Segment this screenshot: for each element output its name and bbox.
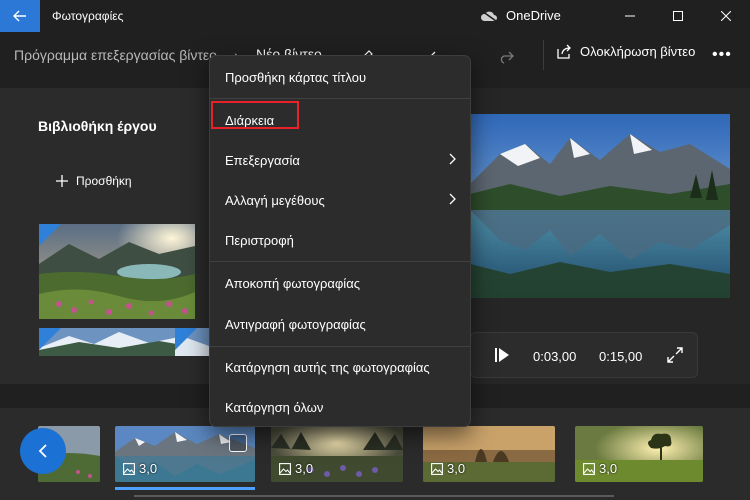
menu-item-cut-photo[interactable]: Αποκοπή φωτογραφίας — [210, 263, 470, 303]
clip-select-checkbox[interactable] — [229, 434, 247, 452]
minimize-icon — [625, 15, 635, 17]
menu-item-remove-photo[interactable]: Κατάργηση αυτής της φωτογραφίας — [210, 347, 470, 387]
library-title: Βιβλιοθήκη έργου — [38, 118, 157, 134]
used-in-project-marker — [175, 328, 197, 350]
menu-item-label: Περιστροφή — [225, 233, 294, 248]
current-time: 0:03,00 — [533, 349, 577, 364]
onedrive-label: OneDrive — [506, 8, 561, 23]
plus-icon — [56, 175, 68, 187]
storyboard-clip-4[interactable]: 3,0 — [575, 426, 703, 482]
selected-clip-indicator — [115, 487, 255, 490]
menu-item-label: Προσθήκη κάρτας τίτλου — [225, 70, 367, 85]
preview-image[interactable] — [470, 114, 730, 298]
maximize-icon — [673, 11, 683, 21]
add-button[interactable]: Προσθήκη — [56, 174, 132, 188]
image-icon — [123, 462, 135, 475]
mountain-lake-photo — [470, 114, 730, 298]
meadow-photo — [39, 224, 195, 319]
clip-duration-value: 3,0 — [599, 461, 618, 476]
back-button[interactable] — [0, 0, 40, 32]
used-in-project-marker — [39, 328, 61, 350]
menu-item-label: Κατάργηση όλων — [225, 400, 324, 415]
library-photo-meadow[interactable] — [39, 224, 195, 319]
storyboard-scroll-left-button[interactable] — [20, 428, 66, 474]
arrow-left-icon — [13, 10, 26, 22]
cloud-off-icon — [480, 9, 497, 22]
add-label: Προσθήκη — [76, 174, 132, 188]
menu-item-edit[interactable]: Επεξεργασία — [210, 140, 470, 180]
maximize-button[interactable] — [654, 0, 702, 32]
menu-item-rotate[interactable]: Περιστροφή — [210, 220, 470, 260]
menu-item-label: Επεξεργασία — [225, 153, 300, 168]
clip-duration: 3,0 — [123, 461, 157, 476]
chevron-right-icon — [449, 193, 456, 205]
fullscreen-button[interactable] — [667, 347, 683, 368]
clip-duration: 3,0 — [279, 461, 313, 476]
playback-controls: 0:03,00 0:15,00 — [470, 332, 698, 378]
close-icon — [721, 11, 731, 21]
close-button[interactable] — [702, 0, 750, 32]
clip-duration-value: 3,0 — [139, 461, 158, 476]
more-options-button[interactable]: ••• — [712, 46, 732, 64]
chevron-left-icon — [38, 444, 47, 458]
minimize-button[interactable] — [606, 0, 654, 32]
title-bar: Φωτογραφίες OneDrive — [0, 0, 750, 32]
menu-item-label: Κατάργηση αυτής της φωτογραφίας — [225, 360, 430, 375]
clip-duration-value: 3,0 — [447, 461, 466, 476]
menu-separator — [210, 98, 470, 99]
duration-highlight-box — [211, 101, 299, 129]
finish-video-label: Ολοκλήρωση βίντεο — [580, 44, 696, 59]
menu-item-remove-all[interactable]: Κατάργηση όλων — [210, 387, 470, 427]
menu-item-add-title-card[interactable]: Προσθήκη κάρτας τίτλου — [210, 57, 470, 97]
storyboard-clip-3[interactable]: 3,0 — [423, 426, 555, 482]
menu-item-resize[interactable]: Αλλαγή μεγέθους — [210, 180, 470, 220]
used-in-project-marker — [39, 224, 61, 246]
image-icon — [431, 462, 443, 475]
clip-duration: 3,0 — [431, 461, 465, 476]
menu-item-label: Αλλαγή μεγέθους — [225, 193, 325, 208]
expand-icon — [667, 347, 683, 363]
menu-item-label: Αποκοπή φωτογραφίας — [225, 276, 360, 291]
app-title: Φωτογραφίες — [52, 9, 124, 23]
library-photo-partial[interactable] — [175, 328, 209, 356]
play-button[interactable] — [495, 347, 509, 368]
library-photo-lake[interactable] — [39, 328, 195, 356]
clip-duration-value: 3,0 — [295, 461, 314, 476]
storyboard-clip-1[interactable]: 3,0 — [115, 426, 255, 482]
image-icon — [583, 462, 595, 475]
storyboard-clip-2[interactable]: 3,0 — [271, 426, 403, 482]
menu-item-label: Αντιγραφή φωτογραφίας — [225, 317, 366, 332]
redo-icon — [500, 51, 514, 64]
image-icon — [279, 462, 291, 475]
finish-video-button[interactable]: Ολοκλήρωση βίντεο — [556, 44, 695, 59]
storyboard-scrollbar[interactable] — [134, 495, 614, 497]
chevron-right-icon — [449, 153, 456, 165]
breadcrumb-parent[interactable]: Πρόγραμμα επεξεργασίας βίντεο — [14, 47, 217, 63]
total-time: 0:15,00 — [599, 349, 643, 364]
context-menu: Προσθήκη κάρτας τίτλου Διάρκεια Επεξεργα… — [209, 55, 471, 427]
lake-photo — [39, 328, 195, 356]
menu-item-copy-photo[interactable]: Αντιγραφή φωτογραφίας — [210, 304, 470, 344]
menu-separator — [210, 261, 470, 262]
command-separator — [543, 40, 544, 70]
share-export-icon — [557, 44, 571, 59]
play-icon — [495, 348, 509, 362]
redo-button[interactable] — [492, 43, 520, 71]
clip-duration: 3,0 — [583, 461, 617, 476]
onedrive-status[interactable]: OneDrive — [480, 8, 561, 23]
